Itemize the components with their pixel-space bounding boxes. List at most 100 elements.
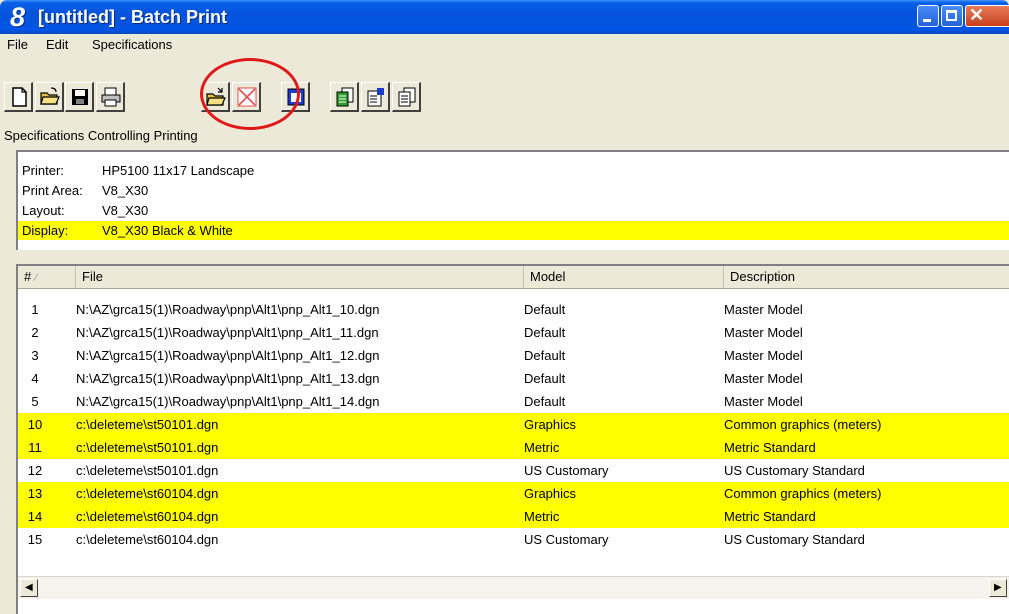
model-name: US Customary [524, 532, 609, 547]
properties-button[interactable] [361, 82, 390, 112]
file-path: N:\AZ\grca15(1)\Roadway\pnp\Alt1\pnp_Alt… [76, 325, 379, 340]
column-header-description[interactable]: Description [724, 266, 1009, 288]
model-description: Master Model [724, 325, 803, 340]
specifications-panel[interactable]: Printer: HP5100 11x17 Landscape Print Ar… [16, 150, 1009, 250]
model-description: US Customary Standard [724, 463, 865, 478]
sort-arrow-icon: ⁄ [35, 272, 38, 284]
spec-label: Display: [22, 223, 69, 238]
row-number: 1 [31, 302, 39, 317]
print-specs-button[interactable] [330, 82, 359, 112]
model-name: Default [524, 302, 566, 317]
column-header-file[interactable]: File [76, 266, 524, 288]
row-number: 2 [31, 325, 39, 340]
menu-file[interactable]: File [7, 37, 28, 52]
model-name: Default [524, 394, 566, 409]
row-number: 13 [27, 486, 43, 501]
spec-value: V8_X30 Black & White [102, 223, 233, 238]
model-description: Common graphics (meters) [724, 486, 882, 501]
maximize-button[interactable] [941, 5, 963, 27]
file-list[interactable]: # ⁄ File Model Description 1 N:\AZ\grca15(… [16, 264, 1009, 614]
row-number: 15 [27, 532, 43, 547]
scroll-right-button[interactable]: ▶ [989, 579, 1007, 597]
row-number: 12 [27, 463, 43, 478]
file-path: N:\AZ\grca15(1)\Roadway\pnp\Alt1\pnp_Alt… [76, 302, 380, 317]
print-button[interactable] [96, 82, 125, 112]
spec-row-layout[interactable]: Layout: V8_X30 [18, 201, 1009, 220]
model-description: Master Model [724, 348, 803, 363]
spec-label: Print Area: [22, 183, 83, 198]
arrow-left-icon: ◀ [25, 582, 33, 593]
spec-row-printer[interactable]: Printer: HP5100 11x17 Landscape [18, 161, 1009, 180]
row-number: 5 [31, 394, 39, 409]
file-path: c:\deleteme\st60104.dgn [76, 532, 219, 547]
window-title: [untitled] - Batch Print [38, 7, 227, 27]
page-setup-icon [398, 87, 416, 107]
model-description: Metric Standard [724, 509, 816, 524]
row-number: 3 [31, 348, 39, 363]
file-path: N:\AZ\grca15(1)\Roadway\pnp\Alt1\pnp_Alt… [76, 394, 380, 409]
spec-value: V8_X30 [102, 183, 149, 198]
table-row[interactable]: 3 N:\AZ\grca15(1)\Roadway\pnp\Alt1\pnp_Al… [18, 344, 1009, 367]
spec-row-print-area[interactable]: Print Area: V8_X30 [18, 181, 1009, 200]
model-description: Common graphics (meters) [724, 417, 882, 432]
table-row[interactable]: 11 c:\deleteme\st50101.dgn Metric Metric St… [18, 436, 1009, 459]
spec-label: Layout: [22, 203, 65, 218]
table-row[interactable]: 14 c:\deleteme\st60104.dgn Metric Metric St… [18, 505, 1009, 528]
model-description: US Customary Standard [724, 532, 865, 547]
row-number: 14 [27, 509, 43, 524]
properties-icon [367, 88, 384, 107]
spec-value: V8_X30 [102, 203, 149, 218]
new-document-icon [12, 87, 27, 107]
spec-row-display[interactable]: Display: V8_X30 Black & White [18, 221, 1009, 240]
specifications-caption: Specifications Controlling Printing [4, 128, 198, 143]
spec-label: Printer: [22, 163, 64, 178]
save-button[interactable] [65, 82, 94, 112]
file-path: c:\deleteme\st50101.dgn [76, 440, 219, 455]
menu-bar: File Edit Specifications [0, 34, 1009, 54]
row-number: 4 [31, 371, 39, 386]
model-name: Metric [524, 440, 560, 455]
model-name: Graphics [524, 417, 577, 432]
table-row[interactable]: 1 N:\AZ\grca15(1)\Roadway\pnp\Alt1\pnp_Al… [18, 298, 1009, 321]
horizontal-scrollbar[interactable]: ◀ ▶ [18, 576, 1009, 599]
model-name: Default [524, 348, 566, 363]
spec-value: HP5100 11x17 Landscape [102, 163, 255, 178]
title-bar[interactable]: 8 [untitled] - Batch Print [0, 0, 1009, 34]
menu-edit[interactable]: Edit [46, 37, 68, 52]
arrow-right-icon: ▶ [994, 582, 1002, 593]
menu-specifications[interactable]: Specifications [92, 37, 172, 52]
column-header-model[interactable]: Model [524, 266, 724, 288]
row-number: 10 [27, 417, 43, 432]
close-button[interactable] [965, 5, 1009, 27]
open-button[interactable] [35, 82, 64, 112]
model-description: Metric Standard [724, 440, 816, 455]
save-disk-icon [72, 89, 88, 105]
table-row[interactable]: 5 N:\AZ\grca15(1)\Roadway\pnp\Alt1\pnp_Al… [18, 390, 1009, 413]
model-name: Default [524, 371, 566, 386]
print-specs-icon [336, 87, 354, 107]
table-row[interactable]: 15 c:\deleteme\st60104.dgn US Customary US … [18, 528, 1009, 551]
file-path: c:\deleteme\st50101.dgn [76, 463, 219, 478]
table-row[interactable]: 13 c:\deleteme\st60104.dgn Graphics Common … [18, 482, 1009, 505]
table-row[interactable]: 10 c:\deleteme\st50101.dgn Graphics Common … [18, 413, 1009, 436]
table-row[interactable]: 4 N:\AZ\grca15(1)\Roadway\pnp\Alt1\pnp_Al… [18, 367, 1009, 390]
file-path: N:\AZ\grca15(1)\Roadway\pnp\Alt1\pnp_Alt… [76, 348, 380, 363]
highlight-annotation-circle [200, 58, 300, 130]
open-folder-icon [40, 87, 60, 105]
file-path: c:\deleteme\st60104.dgn [76, 486, 219, 501]
page-setup-button[interactable] [392, 82, 421, 112]
list-header: # ⁄ File Model Description [18, 266, 1009, 289]
model-description: Master Model [724, 302, 803, 317]
print-icon [101, 87, 121, 107]
model-description: Master Model [724, 394, 803, 409]
app-icon[interactable]: 8 [10, 2, 25, 33]
table-row[interactable]: 2 N:\AZ\grca15(1)\Roadway\pnp\Alt1\pnp_Al… [18, 321, 1009, 344]
model-name: Metric [524, 509, 560, 524]
column-header-number[interactable]: # ⁄ [18, 266, 76, 288]
new-button[interactable] [4, 82, 33, 112]
model-name: Default [524, 325, 566, 340]
table-row[interactable]: 12 c:\deleteme\st50101.dgn US Customary US … [18, 459, 1009, 482]
minimize-button[interactable] [917, 5, 939, 27]
file-path: N:\AZ\grca15(1)\Roadway\pnp\Alt1\pnp_Alt… [76, 371, 380, 386]
scroll-left-button[interactable]: ◀ [20, 579, 38, 597]
